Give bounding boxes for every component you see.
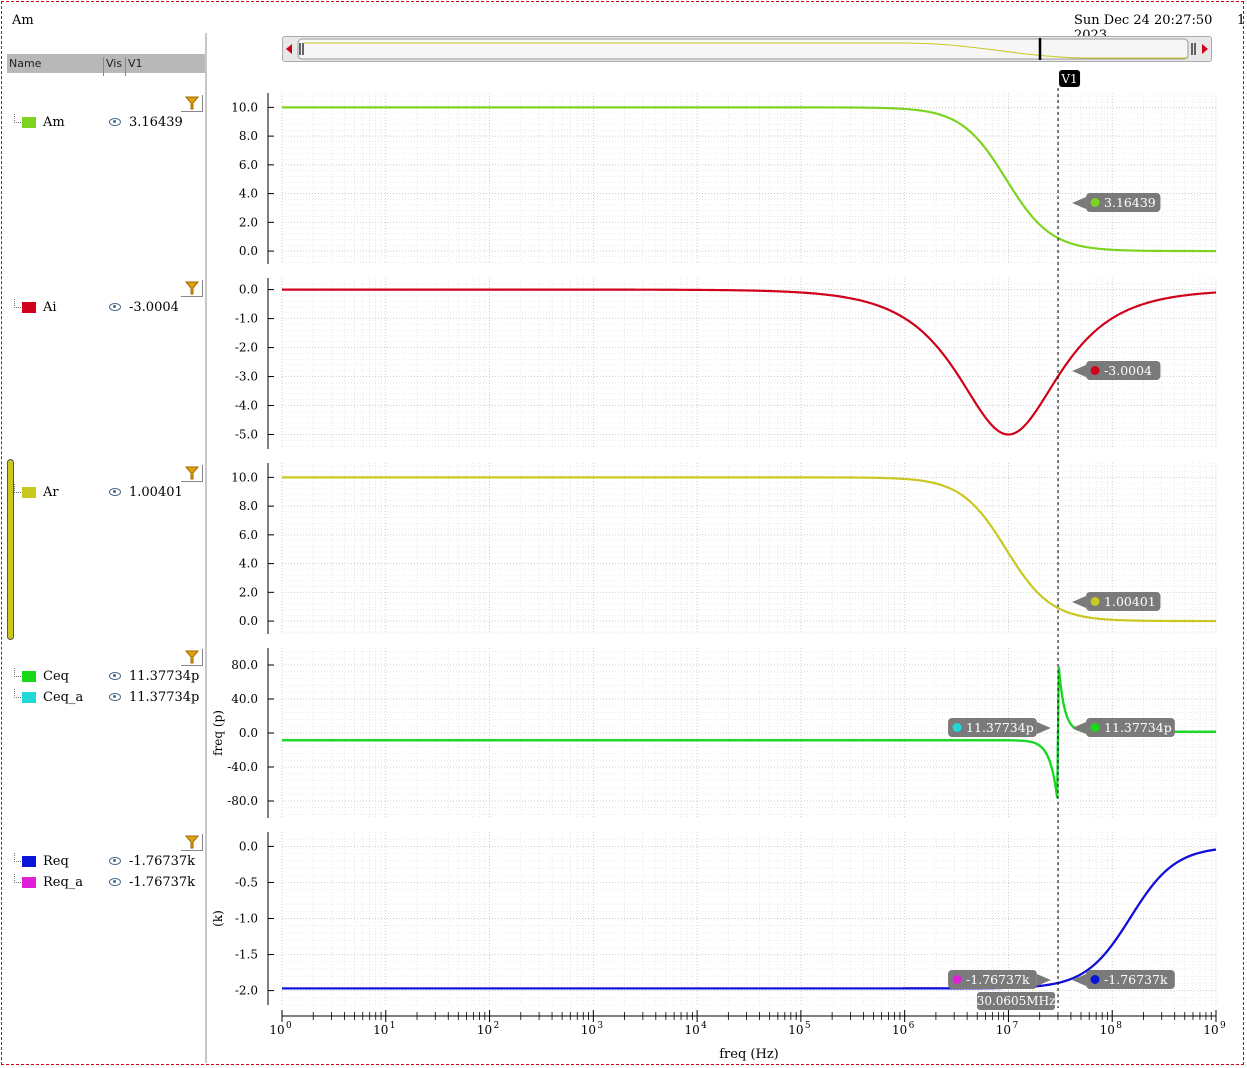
x-axis: 10 0 10 1 10 2 10 3 10 4 10 5 10 6 10 7 10 8 10 9freq (Hz): [269, 1010, 1226, 1062]
y-tick-label: -0.5: [235, 875, 258, 889]
series-line-Ai: [282, 288, 1217, 436]
callout-dot: [952, 723, 962, 732]
y-tick-label: 0.0: [239, 244, 258, 258]
y-tick-label: 2.0: [239, 585, 258, 599]
callout-value: 11.37734p: [1104, 720, 1172, 735]
plot-panel-3: 10.0 8.0 6.0 4.0 2.0 0.0 1.00401: [231, 463, 1217, 634]
cursor-tag-label: V1: [1060, 72, 1077, 86]
callout-dot: [1090, 975, 1100, 984]
x-tick-label: 10: [477, 1023, 492, 1037]
y-tick-label: 0.0: [239, 283, 258, 297]
y-tick-label: -1.5: [235, 948, 258, 962]
series-line-Ceq_a: [282, 666, 1216, 799]
cursor-callout: -1.76737k: [1072, 970, 1175, 989]
y-tick-label: 40.0: [231, 692, 258, 706]
x-tick-exponent: 6: [909, 1021, 915, 1031]
y-tick-label: 0.0: [239, 614, 258, 628]
plot-panel-4: 80.0 40.0 0.0 -40.0 -80.0 freq (p) 11.37734p 11…: [211, 648, 1217, 818]
y-tick-label: 8.0: [239, 129, 258, 143]
x-tick-exponent: 9: [1220, 1021, 1226, 1031]
callout-dot: [1090, 198, 1100, 207]
cursor-callout: 11.37734p: [948, 718, 1051, 737]
series-line-Ar: [282, 476, 1216, 623]
callout-pointer: [1072, 197, 1087, 209]
x-tick-label: 10: [269, 1023, 284, 1037]
x-tick-label: 10: [1100, 1023, 1115, 1037]
y-tick-label: -80.0: [227, 794, 258, 808]
callout-dot: [952, 975, 962, 984]
y-tick-label: 6.0: [239, 528, 258, 542]
callout-value: 3.16439: [1104, 195, 1156, 210]
cursor-callout: 3.16439: [1072, 193, 1161, 212]
y-tick-label: 0.0: [239, 839, 258, 853]
y-tick-label: -3.0: [235, 370, 258, 384]
callout-value: 1.00401: [1104, 594, 1156, 609]
x-tick-exponent: 2: [494, 1021, 500, 1031]
cursor-freq-label: 30.0605MHz: [977, 994, 1056, 1008]
callout-pointer: [1072, 722, 1087, 734]
waveform-plots: 10.08.06.04.02.00.03.164390.0-1.0-2.0-3.…: [211, 70, 1226, 1062]
callout-dot: [1090, 366, 1100, 375]
x-tick-exponent: 7: [1012, 1021, 1018, 1031]
cursor-callout: -3.0004: [1072, 361, 1161, 380]
x-tick-label: 10: [581, 1023, 596, 1037]
x-tick-label: 10: [1203, 1023, 1218, 1037]
y-tick-label: 2.0: [239, 215, 258, 229]
cursor-freq-tag: 30.0605MHz: [977, 992, 1056, 1010]
callout-pointer: [1072, 365, 1087, 377]
x-tick-label: 10: [996, 1023, 1011, 1037]
y-tick-label: 10.0: [231, 470, 258, 484]
y-tick-label: -2.0: [235, 984, 258, 998]
plot-panel-2: 0.0 -1.0 -2.0 -3.0 -4.0 -5.0 -3.0004: [235, 278, 1217, 449]
series-line-Req_a: [282, 848, 1217, 990]
y-tick-label: 80.0: [231, 658, 258, 672]
y-tick-label: -1.0: [235, 912, 258, 926]
x-axis-label: freq (Hz): [719, 1047, 779, 1062]
y-tick-label: -2.0: [235, 341, 258, 355]
y-tick-label: 0.0: [239, 726, 258, 740]
x-tick-exponent: 3: [597, 1021, 603, 1031]
plot-panel-5: 0.0 -0.5 -1.0 -1.5 -2.0 (k) -1.76737k -1.76737k: [211, 832, 1217, 1006]
y-tick-label: 8.0: [239, 499, 258, 513]
y-axis-label: (k): [211, 910, 225, 927]
callout-value: -1.76737k: [966, 972, 1030, 987]
cursor-callout: 1.00401: [1072, 592, 1161, 611]
x-tick-label: 10: [684, 1023, 699, 1037]
y-axis-label: freq (p): [211, 710, 225, 756]
series-line-Req: [282, 848, 1217, 990]
y-tick-label: 10.0: [231, 100, 258, 114]
x-tick-exponent: 1: [390, 1021, 396, 1031]
x-tick-exponent: 0: [286, 1021, 292, 1031]
y-tick-label: 4.0: [239, 557, 258, 571]
y-tick-label: 6.0: [239, 158, 258, 172]
y-tick-label: -40.0: [227, 760, 258, 774]
y-tick-label: -5.0: [235, 428, 258, 442]
y-tick-label: 4.0: [239, 187, 258, 201]
callout-dot: [1090, 597, 1100, 606]
callout-value: -3.0004: [1104, 363, 1152, 378]
cursor-tag: V1: [1059, 70, 1081, 87]
x-tick-label: 10: [788, 1023, 803, 1037]
x-tick-exponent: 5: [805, 1021, 811, 1031]
x-tick-label: 10: [892, 1023, 907, 1037]
series-line-Am: [282, 106, 1216, 253]
series-line-Ceq: [282, 666, 1216, 799]
y-tick-label: -4.0: [235, 399, 258, 413]
x-tick-label: 10: [373, 1023, 388, 1037]
callout-pointer: [1036, 722, 1051, 734]
callout-dot: [1090, 723, 1100, 732]
plot-panel-1: 10.0 8.0 6.0 4.0 2.0 0.0 3.16439: [231, 93, 1217, 264]
cursor-callout: -1.76737k: [948, 970, 1051, 989]
y-tick-label: -1.0: [235, 312, 258, 326]
callout-value: 11.37734p: [966, 720, 1034, 735]
x-tick-exponent: 4: [701, 1021, 707, 1031]
callout-value: -1.76737k: [1104, 972, 1168, 987]
x-tick-exponent: 8: [1116, 1021, 1122, 1031]
cursor-callout: 11.37734p: [1072, 718, 1175, 737]
